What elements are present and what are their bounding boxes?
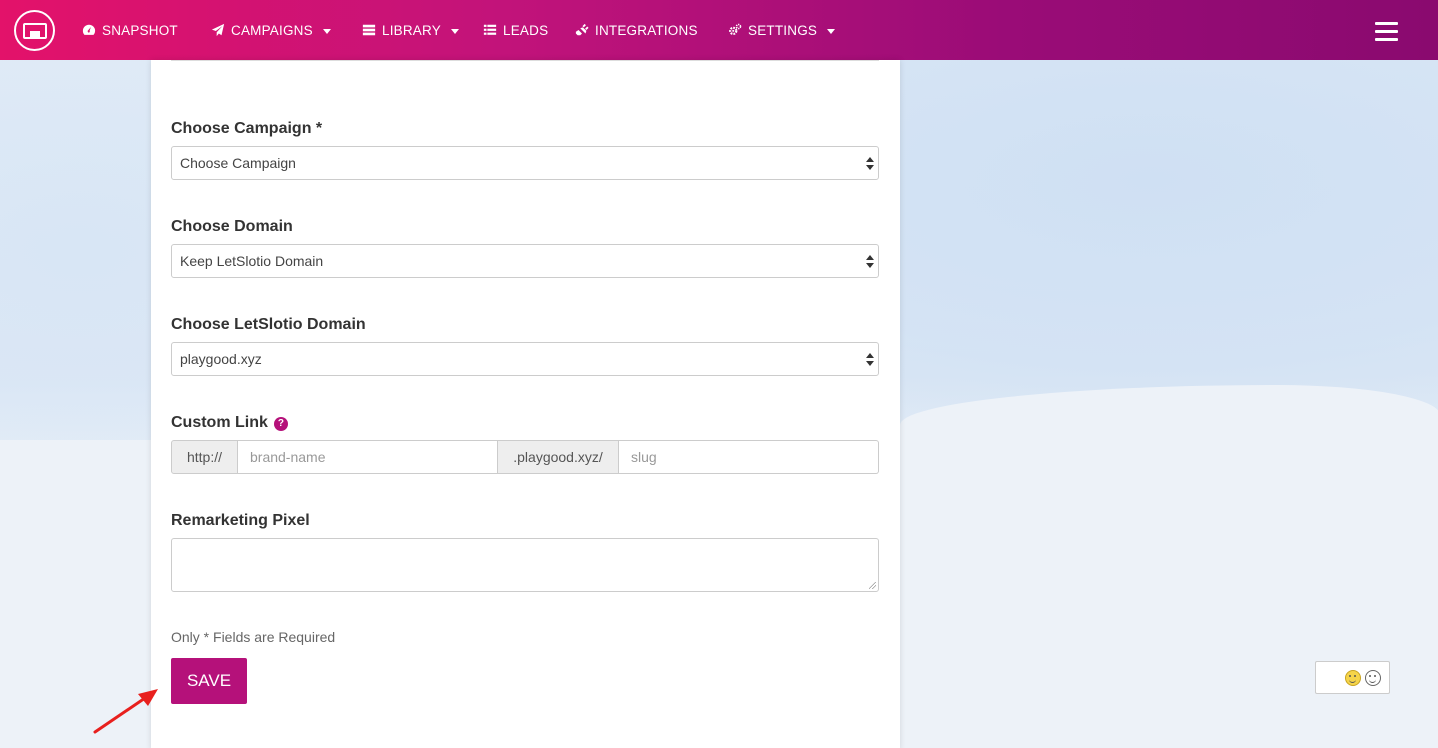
required-note: Only * Fields are Required [171,629,336,645]
slug-input[interactable]: slug [619,440,879,474]
domain-middle-addon: .playgood.xyz/ [498,440,619,474]
hamburger-menu-icon[interactable] [1375,22,1398,41]
letslotio-domain-label: Choose LetSlotio Domain [171,316,366,333]
server-icon [362,24,376,36]
nav-leads[interactable]: LEADS [483,0,548,60]
remarketing-pixel-label: Remarketing Pixel [171,512,310,529]
question-circle-icon[interactable]: ? [273,416,288,431]
custom-link-label: Custom Link? [171,414,288,432]
nav-integrations-label: INTEGRATIONS [595,22,698,38]
dashboard-icon [82,24,96,35]
nav-snapshot[interactable]: SNAPSHOT [82,0,178,60]
nav-library[interactable]: LIBRARY [362,0,459,60]
remarketing-pixel-textarea[interactable] [171,538,879,592]
save-button[interactable]: SAVE [171,658,247,704]
chevron-down-icon [322,28,331,34]
custom-link-label-text: Custom Link [171,414,268,431]
select-arrows-icon [866,352,874,368]
domain-label: Choose Domain [171,218,293,235]
nav-settings[interactable]: SETTINGS [728,0,836,60]
campaign-select-value: Choose Campaign [180,155,296,171]
domain-select-value: Keep LetSlotio Domain [180,253,324,269]
campaign-label: Choose Campaign * [171,120,323,137]
nav-library-label: LIBRARY [382,22,441,38]
nav-campaigns[interactable]: CAMPAIGNS [211,0,331,60]
nav-integrations[interactable]: INTEGRATIONS [575,0,698,60]
divider [171,60,879,61]
form-panel: Choose Campaign * Choose Campaign Choose… [151,60,900,748]
select-arrows-icon [866,254,874,270]
nav-campaigns-label: CAMPAIGNS [231,22,313,38]
letslotio-domain-select-value: playgood.xyz [180,351,262,367]
http-prefix: http:// [171,440,238,474]
plug-icon [575,23,589,36]
select-arrows-icon [866,156,874,172]
campaign-select[interactable]: Choose Campaign [171,146,879,180]
emoji-add-icon[interactable] [1345,669,1361,686]
chevron-down-icon [450,28,459,34]
nav-settings-label: SETTINGS [748,22,818,38]
brand-name-input[interactable]: brand-name [238,440,498,474]
logo-mark [22,22,47,39]
letslotio-domain-select[interactable]: playgood.xyz [171,342,879,376]
logo[interactable] [14,10,55,51]
custom-link-group: http:// brand-name .playgood.xyz/ slug [171,440,879,474]
list-icon [483,24,497,35]
emoji-widget[interactable] [1315,661,1390,694]
paper-plane-icon [211,23,225,37]
top-navbar: SNAPSHOT CAMPAIGNS LIBRARY LEADS INTEGRA… [0,0,1438,60]
smiley-icon[interactable] [1365,669,1381,686]
cogs-icon [729,23,742,36]
nav-leads-label: LEADS [503,22,549,38]
nav-snapshot-label: SNAPSHOT [102,22,178,38]
domain-select[interactable]: Keep LetSlotio Domain [171,244,879,278]
chevron-down-icon [827,28,836,34]
annotation-arrow-icon [93,689,158,734]
